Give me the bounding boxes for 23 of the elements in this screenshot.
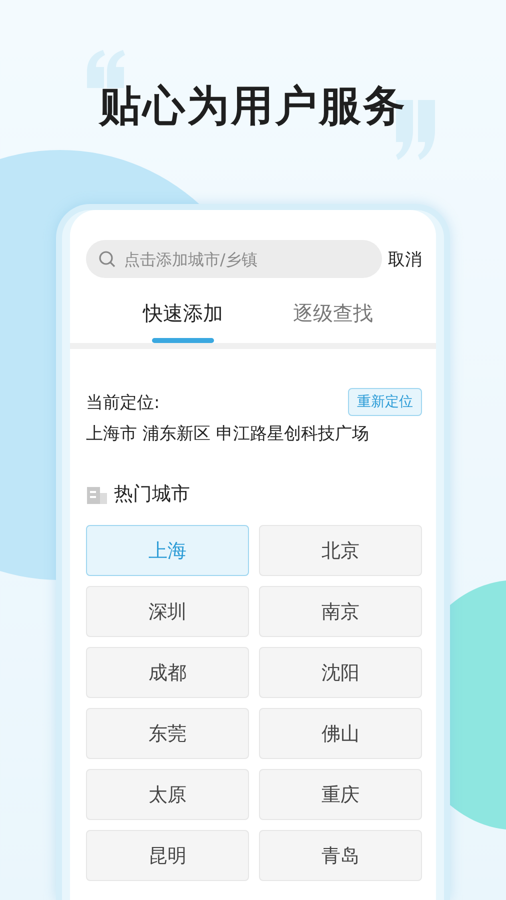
search-input[interactable]: 点击添加城市/乡镇 — [122, 248, 370, 270]
search-icon — [98, 250, 116, 268]
section-title: 热门城市 — [114, 482, 190, 507]
address-text: 上海市 浦东新区 申江路星创科技广场 — [86, 423, 370, 445]
city-button[interactable]: 青岛 — [259, 830, 422, 881]
location-label: 当前定位: — [86, 392, 160, 414]
tab-indicator — [152, 338, 214, 343]
cancel-button[interactable]: 取消 — [388, 248, 422, 270]
tab[interactable]: 快速添加 — [143, 300, 223, 327]
city-button[interactable]: 成都 — [86, 647, 249, 698]
city-button[interactable]: 东莞 — [86, 708, 249, 759]
tab[interactable]: 逐级查找 — [293, 300, 373, 327]
city-button[interactable]: 南京 — [259, 586, 422, 637]
city-button[interactable]: 北京 — [259, 525, 422, 576]
city-button[interactable]: 昆明 — [86, 830, 249, 881]
city-button[interactable]: 重庆 — [259, 769, 422, 820]
city-button[interactable]: 太原 — [86, 769, 249, 820]
search-field[interactable]: 点击添加城市/乡镇 — [86, 240, 382, 278]
city-button[interactable]: 佛山 — [259, 708, 422, 759]
city-button[interactable]: 深圳 — [86, 586, 249, 637]
city-button[interactable]: 沈阳 — [259, 647, 422, 698]
headline: 贴心为用户服务 — [99, 80, 407, 132]
building-icon — [86, 484, 108, 504]
